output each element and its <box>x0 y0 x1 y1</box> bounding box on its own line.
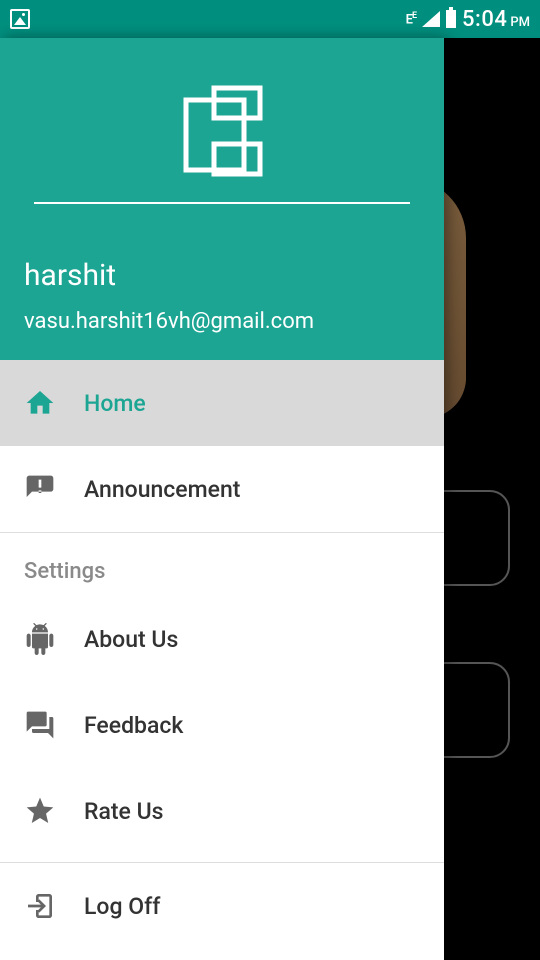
status-left <box>10 9 30 29</box>
nav-item-rate[interactable]: Rate Us <box>0 768 444 854</box>
home-icon <box>24 387 84 419</box>
image-notification-icon <box>10 9 30 29</box>
header-divider <box>34 202 410 204</box>
settings-section-title: Settings <box>0 533 444 596</box>
nav-label-about: About Us <box>84 626 178 653</box>
nav-item-feedback[interactable]: Feedback <box>0 682 444 768</box>
drawer-username: harshit <box>24 258 420 293</box>
drawer-email: vasu.harshit16vh@gmail.com <box>24 309 420 334</box>
logo-c-icon <box>174 82 270 178</box>
nav-label-announcement: Announcement <box>84 476 240 503</box>
star-icon <box>24 795 84 827</box>
status-bar: EE 5:04PM <box>0 0 540 38</box>
logout-icon <box>24 890 84 922</box>
network-type-icon: EE <box>406 11 416 27</box>
navigation-drawer: harshit vasu.harshit16vh@gmail.com Home … <box>0 38 444 960</box>
nav-label-home: Home <box>84 390 146 417</box>
app-logo <box>24 82 420 178</box>
status-time: 5:04PM <box>462 7 530 32</box>
announcement-icon <box>24 473 84 505</box>
nav-label-feedback: Feedback <box>84 712 183 739</box>
logoff-section: Log Off <box>0 862 444 949</box>
nav-item-home[interactable]: Home <box>0 360 444 446</box>
nav-item-about[interactable]: About Us <box>0 596 444 682</box>
feedback-icon <box>24 709 84 741</box>
drawer-menu: Home Announcement Settings About Us Feed… <box>0 360 444 960</box>
drawer-header: harshit vasu.harshit16vh@gmail.com <box>0 38 444 360</box>
nav-label-logoff: Log Off <box>84 893 160 920</box>
android-icon <box>24 623 84 655</box>
signal-icon <box>422 11 440 27</box>
nav-label-rate: Rate Us <box>84 798 163 825</box>
nav-item-logoff[interactable]: Log Off <box>0 863 444 949</box>
nav-item-announcement[interactable]: Announcement <box>0 446 444 532</box>
battery-icon <box>446 10 456 28</box>
status-right: EE 5:04PM <box>406 7 530 32</box>
